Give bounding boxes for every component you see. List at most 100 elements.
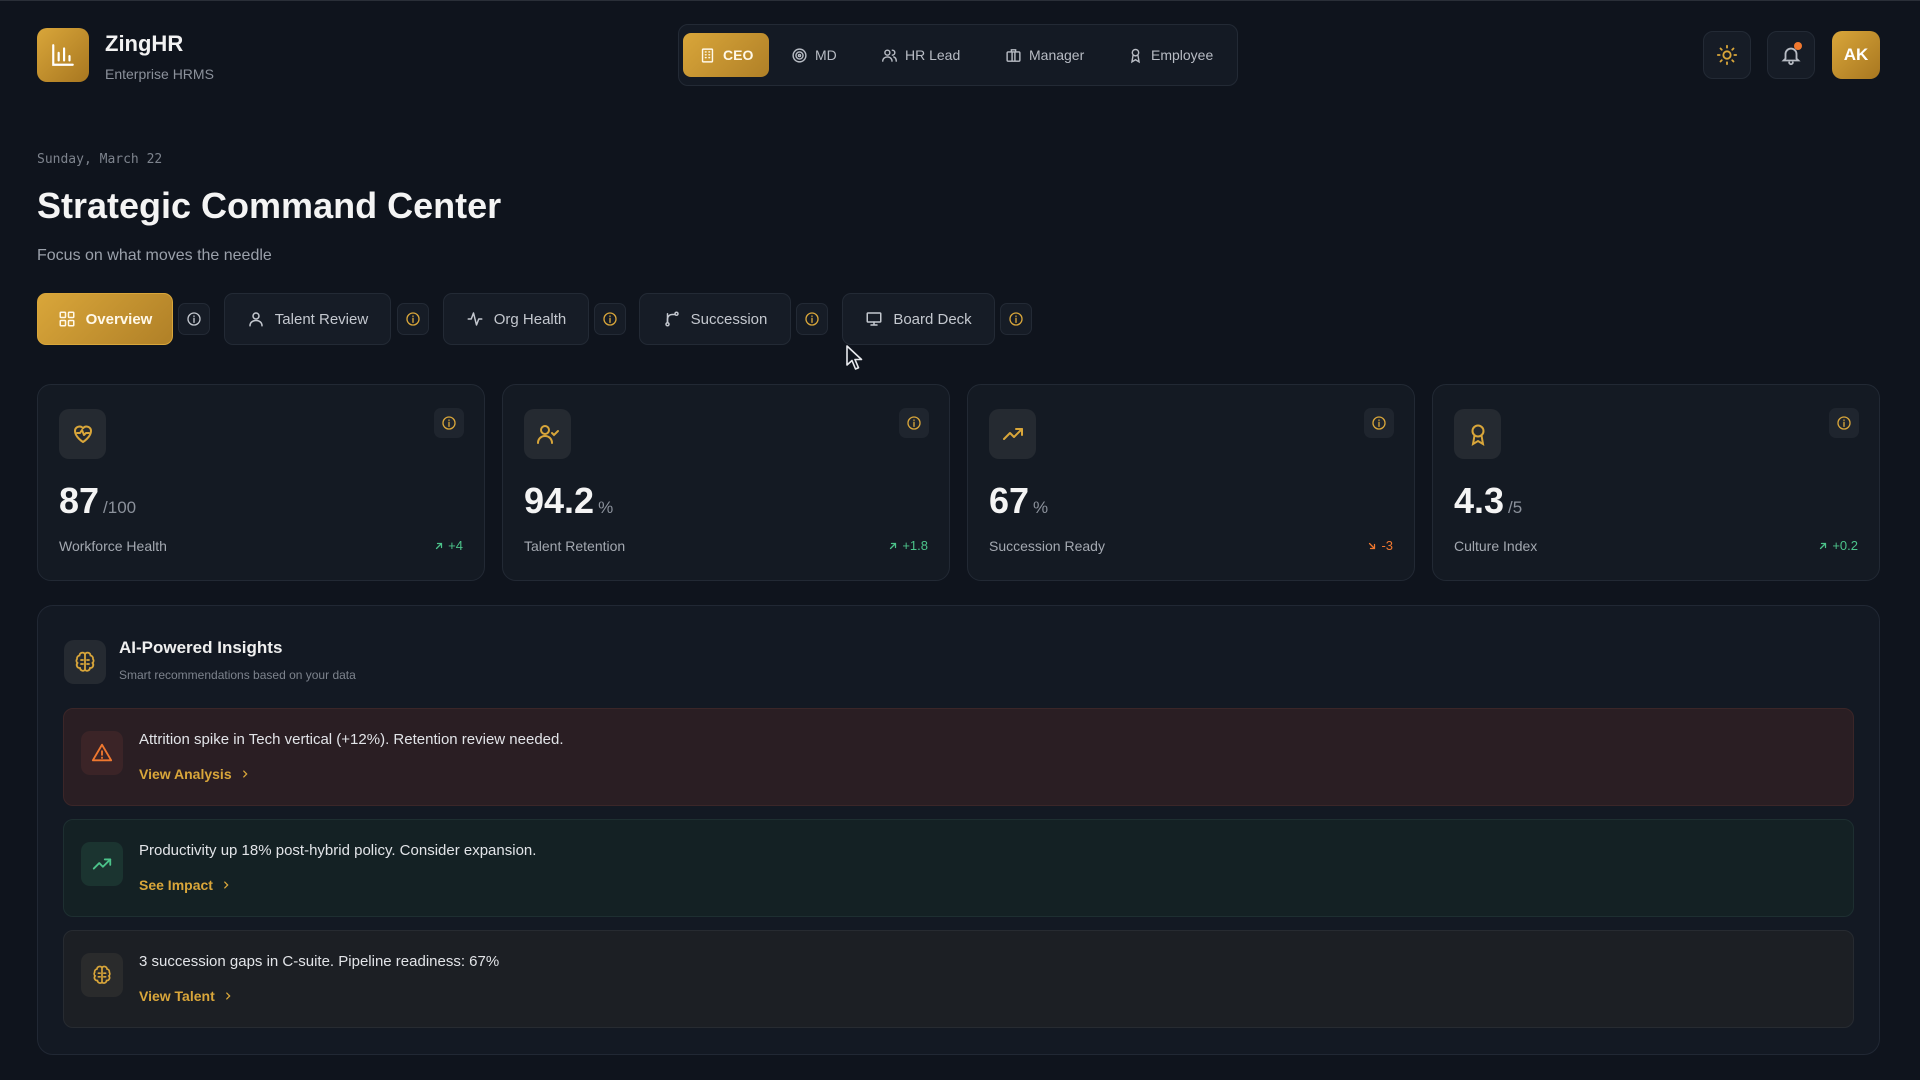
top-header: ZingHR Enterprise HRMS CEO MD HR Lead Ma…	[0, 1, 1920, 111]
card-info-button[interactable]	[1364, 408, 1394, 438]
info-icon	[1837, 416, 1851, 430]
brand-name: ZingHR	[105, 31, 184, 56]
insight-icon-wrap	[81, 842, 123, 886]
app-window: ZingHR Enterprise HRMS CEO MD HR Lead Ma…	[0, 0, 1920, 1080]
info-icon	[442, 416, 456, 430]
award-icon	[1471, 424, 1484, 446]
briefcase-icon	[1006, 48, 1021, 62]
link-label: View Talent	[139, 988, 215, 1004]
insights-title: AI-Powered Insights	[119, 638, 283, 657]
role-hr-lead-button[interactable]: HR Lead	[865, 33, 976, 77]
metric-delta: +4	[433, 538, 463, 553]
org-health-info-button[interactable]	[594, 303, 626, 335]
trending-up-icon	[92, 858, 112, 870]
chevron-right-icon	[225, 992, 231, 1000]
metric-card-workforce-health[interactable]: 87/100 Workforce Health +4	[37, 384, 485, 581]
overview-info-button[interactable]	[178, 303, 210, 335]
view-analysis-link[interactable]: View Analysis	[139, 766, 250, 782]
card-info-button[interactable]	[1829, 408, 1859, 438]
metric-delta: -3	[1366, 538, 1393, 553]
insight-item: Attrition spike in Tech vertical (+12%).…	[63, 708, 1854, 806]
role-label: MD	[815, 47, 837, 63]
role-manager-button[interactable]: Manager	[989, 33, 1100, 77]
theme-toggle-button[interactable]	[1703, 31, 1751, 79]
current-date: Sunday, March 22	[37, 152, 163, 167]
heart-pulse-icon	[73, 425, 92, 443]
metric-number: 94.2	[524, 480, 595, 521]
link-label: See Impact	[139, 877, 213, 893]
user-avatar[interactable]: AK	[1832, 31, 1880, 79]
tab-label: Org Health	[493, 310, 567, 328]
notifications-button[interactable]	[1767, 31, 1815, 79]
tab-label: Board Deck	[893, 310, 972, 328]
talent-review-info-button[interactable]	[397, 303, 429, 335]
metric-delta: +1.8	[887, 538, 928, 553]
brand-subtitle: Enterprise HRMS	[105, 66, 214, 82]
card-icon-wrap	[1454, 409, 1501, 459]
metric-card-succession-ready[interactable]: 67% Succession Ready -3	[967, 384, 1415, 581]
metric-unit: /100	[103, 498, 137, 517]
trending-up-icon	[1002, 428, 1023, 440]
metric-unit: /5	[1508, 498, 1523, 517]
card-info-button[interactable]	[899, 408, 929, 438]
metric-value: 87/100	[59, 480, 136, 522]
logo[interactable]	[37, 28, 89, 82]
user-icon	[249, 312, 263, 327]
metric-number: 87	[59, 480, 100, 521]
metric-label: Workforce Health	[59, 538, 167, 554]
metric-card-talent-retention[interactable]: 94.2% Talent Retention +1.8	[502, 384, 950, 581]
mouse-cursor-icon	[846, 345, 863, 370]
view-talent-link[interactable]: View Talent	[139, 988, 233, 1004]
insight-text: Attrition spike in Tech vertical (+12%).…	[139, 731, 564, 748]
role-label: Employee	[1151, 47, 1214, 63]
insight-item: 3 succession gaps in C-suite. Pipeline r…	[63, 930, 1854, 1028]
tab-org-health[interactable]: Org Health	[443, 293, 589, 345]
insight-item: Productivity up 18% post-hybrid policy. …	[63, 819, 1854, 917]
brain-icon	[93, 965, 111, 984]
metric-label: Culture Index	[1454, 538, 1538, 554]
metric-card-culture-index[interactable]: 4.3/5 Culture Index +0.2	[1432, 384, 1880, 581]
alert-triangle-icon	[91, 743, 113, 762]
role-label: HR Lead	[905, 47, 961, 63]
metric-unit: %	[598, 498, 614, 517]
chevron-right-icon	[224, 881, 229, 889]
role-employee-button[interactable]: Employee	[1111, 33, 1229, 77]
info-icon	[406, 312, 420, 326]
card-info-button[interactable]	[434, 408, 464, 438]
info-icon	[805, 312, 819, 326]
tab-overview[interactable]: Overview	[37, 293, 173, 345]
info-icon	[603, 312, 617, 326]
insight-icon-wrap	[81, 953, 123, 997]
metric-delta: +0.2	[1817, 538, 1858, 553]
metric-label: Succession Ready	[989, 538, 1105, 554]
see-impact-link[interactable]: See Impact	[139, 877, 231, 893]
metric-value: 94.2%	[524, 480, 613, 522]
succession-info-button[interactable]	[796, 303, 828, 335]
role-ceo-button[interactable]: CEO	[683, 33, 770, 77]
board-deck-info-button[interactable]	[1000, 303, 1032, 335]
target-icon	[792, 47, 807, 63]
bar-chart-icon	[52, 44, 74, 66]
insight-text: 3 succession gaps in C-suite. Pipeline r…	[139, 953, 500, 970]
brain-icon	[75, 651, 95, 672]
metric-number: 67	[989, 480, 1030, 521]
tab-succession[interactable]: Succession	[639, 293, 791, 345]
role-label: Manager	[1029, 47, 1085, 63]
activity-icon	[467, 312, 483, 326]
insight-icon-wrap	[81, 731, 123, 775]
metric-value: 67%	[989, 480, 1048, 522]
delta-value: -3	[1381, 538, 1393, 553]
branch-icon	[664, 311, 679, 327]
tab-board-deck[interactable]: Board Deck	[842, 293, 995, 345]
delta-value: +4	[448, 538, 463, 553]
role-switcher: CEO MD HR Lead Manager Employee	[678, 24, 1238, 86]
card-icon-wrap	[59, 409, 106, 459]
link-label: View Analysis	[139, 766, 232, 782]
card-icon-wrap	[989, 409, 1036, 459]
users-icon	[882, 48, 897, 62]
tab-talent-review[interactable]: Talent Review	[224, 293, 391, 345]
metric-value: 4.3/5	[1454, 480, 1522, 522]
badge-icon	[1131, 48, 1140, 63]
arrow-up-right-icon	[890, 542, 897, 549]
role-md-button[interactable]: MD	[775, 33, 853, 77]
